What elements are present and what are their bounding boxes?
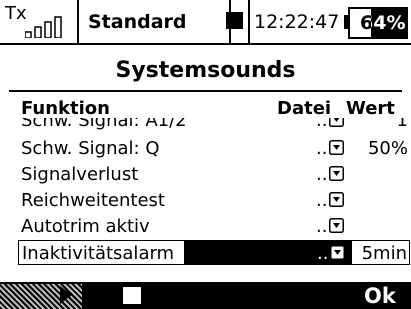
screen: Tx Standard 12:22:47 64% Systemsounds Fu… bbox=[0, 0, 411, 309]
column-header-value: Wert bbox=[346, 98, 395, 119]
softkey-4[interactable] bbox=[252, 284, 332, 309]
model-name: Standard bbox=[88, 11, 187, 33]
signal-bars-icon bbox=[25, 16, 62, 38]
download-icon[interactable] bbox=[329, 118, 344, 127]
battery-percent: 64% bbox=[360, 12, 406, 34]
model-name-cell[interactable]: Standard bbox=[79, 0, 231, 43]
battery-icon: 64% bbox=[344, 7, 408, 39]
softkey-3[interactable] bbox=[168, 284, 250, 309]
clock: 12:22:47 bbox=[254, 11, 340, 33]
download-icon[interactable] bbox=[329, 192, 344, 207]
partial-list-item[interactable]: Schw. Signal: A1/2 ... 1 bbox=[0, 118, 411, 132]
item-name: Schw. Signal: Q bbox=[21, 138, 160, 159]
page-title: Systemsounds bbox=[115, 58, 296, 83]
list-item-selected[interactable]: Inaktivitätsalarm ... 5min bbox=[18, 240, 410, 265]
column-header-file: Datei bbox=[277, 98, 332, 119]
transmitter-signal: Tx bbox=[0, 0, 79, 43]
time-divider bbox=[248, 0, 250, 43]
ok-button[interactable]: Ok bbox=[364, 284, 396, 308]
list-item[interactable]: Schw. Signal: A1/2 ... 1 bbox=[18, 118, 410, 132]
stop-icon bbox=[226, 12, 243, 29]
stop-icon bbox=[123, 287, 141, 304]
download-icon[interactable] bbox=[329, 218, 344, 233]
item-name: Inaktivitätsalarm bbox=[22, 243, 175, 264]
tx-label: Tx bbox=[5, 3, 27, 24]
item-name: Schw. Signal: A1/2 bbox=[21, 118, 187, 131]
item-name: Signalverlust bbox=[21, 164, 139, 185]
item-value: 5min bbox=[361, 243, 407, 264]
list-item[interactable]: Autotrim aktiv ... bbox=[18, 214, 410, 239]
download-icon[interactable] bbox=[329, 140, 344, 155]
item-name: Reichweitentest bbox=[21, 190, 165, 211]
download-icon[interactable] bbox=[330, 245, 345, 260]
list-item[interactable]: Signalverlust ... bbox=[18, 162, 410, 187]
status-bar: Tx Standard 12:22:47 64% bbox=[0, 0, 411, 45]
item-value: 50% bbox=[367, 138, 408, 159]
play-icon bbox=[60, 286, 72, 304]
list-item[interactable]: Reichweitentest ... bbox=[18, 188, 410, 213]
column-header-function: Funktion bbox=[21, 98, 110, 119]
download-icon[interactable] bbox=[329, 166, 344, 181]
list-item[interactable]: Schw. Signal: Q ... 50% bbox=[18, 136, 410, 161]
item-value: 1 bbox=[396, 118, 408, 131]
battery-body: 64% bbox=[348, 7, 408, 39]
item-name: Autotrim aktiv bbox=[21, 216, 150, 237]
title-divider bbox=[9, 90, 402, 92]
